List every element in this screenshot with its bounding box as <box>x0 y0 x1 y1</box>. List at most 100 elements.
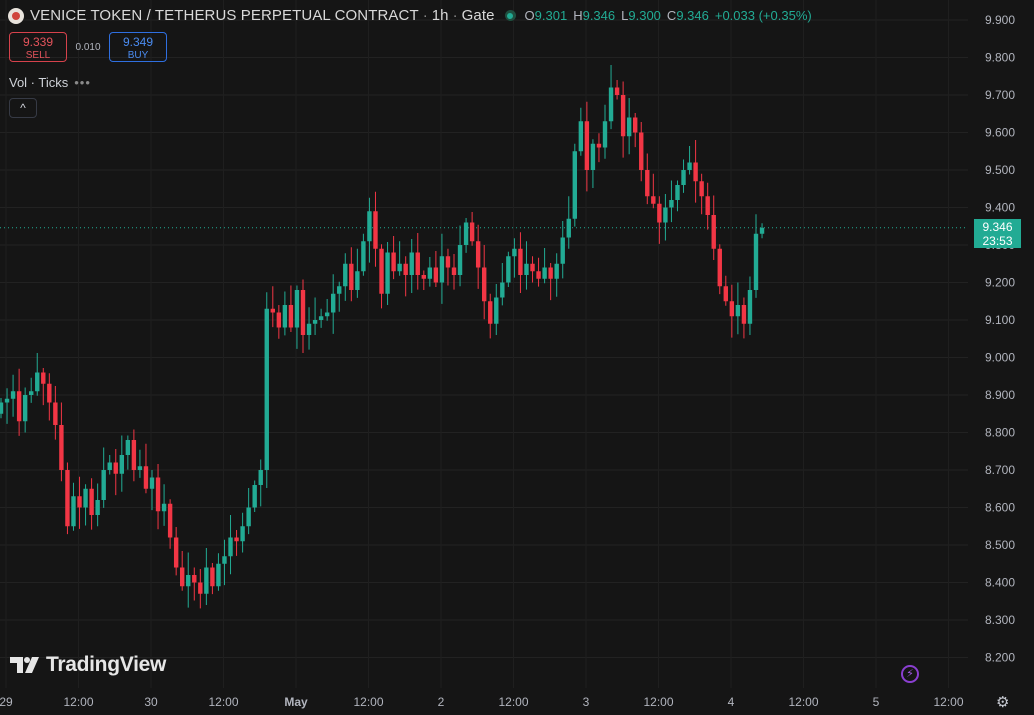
sell-button[interactable]: 9.339 SELL <box>9 32 67 62</box>
candle[interactable] <box>240 512 245 553</box>
settings-gear-icon[interactable]: ⚙ <box>996 693 1009 711</box>
candle[interactable] <box>222 539 227 586</box>
candle[interactable] <box>578 107 584 156</box>
candle[interactable] <box>639 122 644 182</box>
candle[interactable] <box>355 248 360 298</box>
tradingview-watermark[interactable]: TradingView <box>10 653 166 677</box>
candle[interactable] <box>560 221 565 279</box>
candle[interactable] <box>445 248 451 286</box>
candle[interactable] <box>681 159 686 193</box>
candle[interactable] <box>204 548 209 605</box>
candle[interactable] <box>246 488 251 535</box>
candle[interactable] <box>590 139 596 188</box>
candle[interactable] <box>186 552 191 608</box>
candle[interactable] <box>161 484 167 526</box>
candle[interactable] <box>312 297 318 336</box>
candle[interactable] <box>89 478 94 530</box>
candle[interactable] <box>596 133 602 163</box>
chevron-up-icon[interactable]: ^ <box>9 98 37 118</box>
candle[interactable] <box>403 256 408 297</box>
candle[interactable] <box>167 499 173 549</box>
candle[interactable] <box>518 232 523 293</box>
candle[interactable] <box>608 65 614 130</box>
candle[interactable] <box>457 225 463 287</box>
candle[interactable] <box>216 553 221 591</box>
candle[interactable] <box>107 455 112 475</box>
candle[interactable] <box>288 285 294 333</box>
candle[interactable] <box>566 196 571 249</box>
candle[interactable] <box>747 276 753 336</box>
candle[interactable] <box>675 180 680 212</box>
candle[interactable] <box>53 386 58 440</box>
symbol-title[interactable]: VENICE TOKEN / TETHERUS PERPETUAL CONTRA… <box>30 7 419 24</box>
candle[interactable] <box>125 435 131 470</box>
candle[interactable] <box>657 196 662 244</box>
candle[interactable] <box>451 254 457 290</box>
candle[interactable] <box>711 195 716 261</box>
candle[interactable] <box>143 443 149 494</box>
candle[interactable] <box>137 449 143 478</box>
candle[interactable] <box>584 101 590 192</box>
candle[interactable] <box>548 263 553 301</box>
candle[interactable] <box>77 476 82 529</box>
candle[interactable] <box>210 563 215 595</box>
candle[interactable] <box>234 530 239 556</box>
interval-label[interactable]: 1h <box>432 7 449 24</box>
candle[interactable] <box>41 368 46 406</box>
candle[interactable] <box>361 233 366 276</box>
candle[interactable] <box>409 239 414 293</box>
candle[interactable] <box>173 527 179 576</box>
candle[interactable] <box>500 263 505 306</box>
candle[interactable] <box>729 284 735 338</box>
candle[interactable] <box>83 484 88 526</box>
candle[interactable] <box>421 270 426 291</box>
candle[interactable] <box>626 98 632 155</box>
volume-indicator[interactable]: Vol · Ticks ••• <box>9 75 91 90</box>
candle[interactable] <box>113 449 118 496</box>
candle[interactable] <box>397 241 402 276</box>
candle[interactable] <box>47 373 52 421</box>
candle[interactable] <box>415 233 420 290</box>
candle[interactable] <box>10 374 16 417</box>
candle[interactable] <box>753 214 759 298</box>
candle[interactable] <box>572 143 577 227</box>
candle[interactable] <box>439 233 445 304</box>
candle[interactable] <box>349 247 354 302</box>
candle[interactable] <box>16 368 22 436</box>
candle[interactable] <box>705 182 710 230</box>
candle[interactable] <box>65 462 70 535</box>
candle[interactable] <box>71 482 76 531</box>
candle[interactable] <box>620 81 626 158</box>
candle[interactable] <box>463 218 469 253</box>
candle[interactable] <box>294 285 300 349</box>
more-options-icon[interactable]: ••• <box>74 75 91 90</box>
candle[interactable] <box>759 223 765 239</box>
candle[interactable] <box>198 569 203 609</box>
candle[interactable] <box>252 480 257 513</box>
candle[interactable] <box>306 307 312 350</box>
candle[interactable] <box>59 402 64 482</box>
candle[interactable] <box>488 293 493 339</box>
candle[interactable] <box>282 291 288 336</box>
candle[interactable] <box>542 248 547 284</box>
candle[interactable] <box>0 398 4 419</box>
candle[interactable] <box>645 153 650 205</box>
candle[interactable] <box>324 299 330 321</box>
candle[interactable] <box>385 242 390 305</box>
candle[interactable] <box>228 515 233 575</box>
lightning-icon[interactable]: ⚡ <box>901 665 919 683</box>
price-chart[interactable]: 9.900 9.800 9.700 9.600 9.500 9.400 9.300 9.200… <box>0 0 1034 715</box>
candle[interactable] <box>506 251 511 287</box>
candle[interactable] <box>264 292 269 488</box>
candle[interactable] <box>95 483 100 527</box>
candle[interactable] <box>699 173 704 215</box>
candle[interactable] <box>651 173 656 209</box>
candle[interactable] <box>475 224 481 289</box>
candle[interactable] <box>663 194 668 241</box>
candle[interactable] <box>101 447 106 508</box>
candle[interactable] <box>337 281 342 312</box>
candle[interactable] <box>131 429 137 482</box>
candle[interactable] <box>482 245 487 320</box>
candle[interactable] <box>343 253 348 301</box>
candle[interactable] <box>554 253 559 297</box>
